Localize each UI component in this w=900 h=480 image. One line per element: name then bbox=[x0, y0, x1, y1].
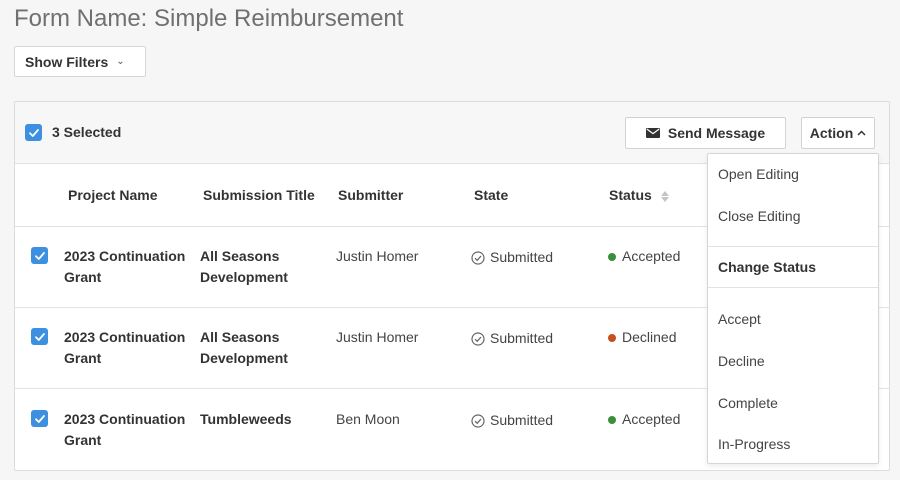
check-circle-icon bbox=[471, 413, 485, 428]
show-filters-label: Show Filters bbox=[25, 53, 109, 70]
submission-title-line1: Tumbleweeds bbox=[200, 411, 292, 427]
status-dot-icon bbox=[608, 415, 616, 424]
column-header-submission-title[interactable]: Submission Title bbox=[203, 187, 315, 203]
action-dropdown-menu: Open Editing Close Editing Change Status… bbox=[707, 153, 879, 464]
envelope-icon bbox=[645, 128, 660, 138]
chevron-down-icon: ⌄ bbox=[116, 56, 125, 67]
checkmark-icon bbox=[34, 332, 45, 341]
show-filters-button[interactable]: Show Filters ⌄ bbox=[14, 46, 146, 77]
submitter-cell: Justin Homer bbox=[336, 248, 419, 264]
submitter-cell: Justin Homer bbox=[336, 329, 419, 345]
submission-title-cell[interactable]: Tumbleweeds bbox=[200, 409, 292, 430]
submission-title-cell[interactable]: All Seasons Development bbox=[200, 246, 288, 288]
column-header-project-name[interactable]: Project Name bbox=[68, 187, 157, 203]
project-name-line1: 2023 Continuation bbox=[64, 248, 186, 264]
submission-title-cell[interactable]: All Seasons Development bbox=[200, 327, 288, 369]
project-name-line2: Grant bbox=[64, 432, 102, 448]
status-cell: Declined bbox=[608, 327, 676, 348]
project-name-cell: 2023 Continuation Grant bbox=[64, 327, 185, 369]
checkmark-icon bbox=[34, 414, 45, 423]
state-cell: Submitted bbox=[471, 247, 553, 268]
status-dot-icon bbox=[608, 252, 616, 261]
project-name-cell: 2023 Continuation Grant bbox=[64, 409, 185, 451]
submission-title-line2: Development bbox=[200, 269, 288, 285]
action-label: Action bbox=[809, 125, 854, 141]
status-dot-icon bbox=[608, 333, 616, 342]
check-circle-icon bbox=[471, 331, 485, 346]
action-button[interactable]: Action bbox=[801, 117, 875, 149]
state-label: Submitted bbox=[490, 412, 554, 428]
select-all-checkbox[interactable] bbox=[25, 124, 42, 141]
state-cell: Submitted bbox=[471, 328, 553, 349]
submission-title-line2: Development bbox=[200, 350, 288, 366]
check-circle-icon bbox=[471, 250, 485, 265]
column-header-state[interactable]: State bbox=[474, 187, 508, 203]
menu-item-in-progress[interactable]: In-Progress bbox=[718, 436, 790, 452]
menu-item-accept[interactable]: Accept bbox=[718, 311, 761, 327]
row-checkbox[interactable] bbox=[31, 410, 48, 427]
sort-icon[interactable] bbox=[660, 190, 669, 202]
column-header-submitter[interactable]: Submitter bbox=[338, 187, 403, 203]
menu-item-decline[interactable]: Decline bbox=[718, 353, 765, 369]
state-label: Submitted bbox=[490, 249, 554, 265]
submission-title-line1: All Seasons bbox=[200, 248, 280, 264]
send-message-label: Send Message bbox=[667, 125, 766, 141]
state-cell: Submitted bbox=[471, 410, 553, 431]
project-name-line2: Grant bbox=[64, 269, 102, 285]
column-header-status-label: Status bbox=[609, 187, 652, 203]
column-header-status[interactable]: Status bbox=[609, 187, 669, 203]
submitter-cell: Ben Moon bbox=[336, 411, 400, 427]
menu-divider bbox=[708, 287, 878, 288]
row-checkbox[interactable] bbox=[31, 247, 48, 264]
menu-item-close-editing[interactable]: Close Editing bbox=[718, 208, 801, 224]
menu-item-complete[interactable]: Complete bbox=[718, 395, 778, 411]
state-label: Submitted bbox=[490, 330, 554, 346]
page-title: Form Name: Simple Reimbursement bbox=[14, 5, 404, 32]
checkmark-icon bbox=[28, 128, 39, 137]
status-cell: Accepted bbox=[608, 246, 680, 267]
submission-title-line1: All Seasons bbox=[200, 329, 280, 345]
menu-divider bbox=[708, 246, 878, 247]
send-message-button[interactable]: Send Message bbox=[625, 117, 786, 149]
status-label: Accepted bbox=[622, 248, 681, 264]
status-label: Accepted bbox=[622, 411, 681, 427]
menu-heading-change-status: Change Status bbox=[718, 259, 817, 275]
status-label: Declined bbox=[622, 329, 677, 345]
chevron-up-icon bbox=[857, 130, 866, 136]
row-checkbox[interactable] bbox=[31, 328, 48, 345]
project-name-cell: 2023 Continuation Grant bbox=[64, 246, 185, 288]
checkmark-icon bbox=[34, 251, 45, 260]
selected-count: 3 Selected bbox=[52, 124, 122, 140]
project-name-line1: 2023 Continuation bbox=[64, 411, 186, 427]
project-name-line2: Grant bbox=[64, 350, 102, 366]
project-name-line1: 2023 Continuation bbox=[64, 329, 186, 345]
status-cell: Accepted bbox=[608, 409, 680, 430]
menu-item-open-editing[interactable]: Open Editing bbox=[718, 166, 799, 182]
